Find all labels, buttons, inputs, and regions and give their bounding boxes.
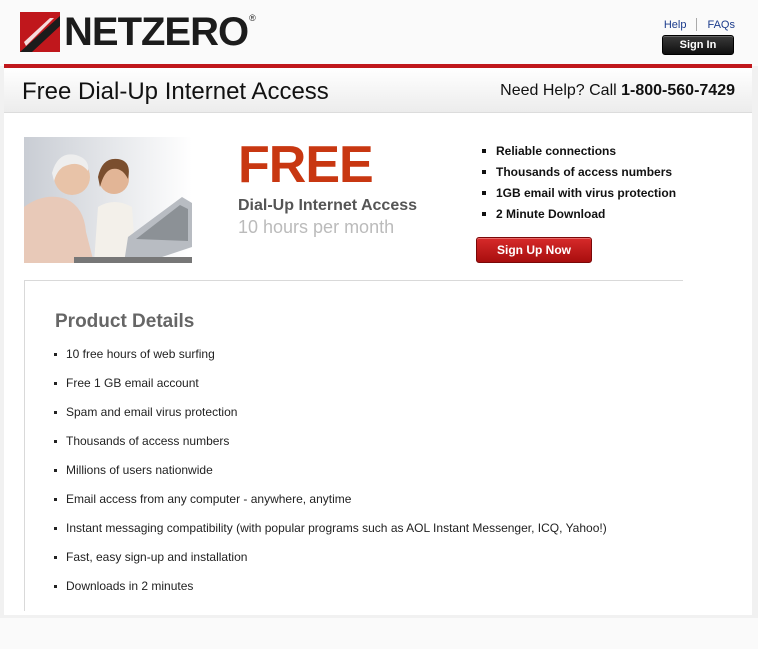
list-item: Instant messaging compatibility (with po… [54,521,607,550]
help-link[interactable]: Help [664,19,687,31]
sign-in-button[interactable]: Sign In [662,35,734,55]
feature-item: 2 Minute Download [481,206,676,227]
free-heading: FREE [238,136,374,194]
feature-item: Thousands of access numbers [481,164,676,185]
netzero-logo-mark-icon [20,12,60,52]
list-item: Free 1 GB email account [54,376,607,405]
footer-strip [0,618,758,649]
list-item: Thousands of access numbers [54,434,607,463]
sign-up-now-button[interactable]: Sign Up Now [476,237,592,263]
hero-photo [24,137,192,263]
help-prefix: Need Help? Call [500,82,622,99]
list-item: 10 free hours of web surfing [54,347,607,376]
list-item: Millions of users nationwide [54,463,607,492]
registered-mark: ® [249,13,256,23]
title-bar: Free Dial-Up Internet Access Need Help? … [4,68,752,113]
page-title: Free Dial-Up Internet Access [22,78,329,105]
faqs-link[interactable]: FAQs [707,19,735,31]
list-item: Spam and email virus protection [54,405,607,434]
feature-item: 1GB email with virus protection [481,185,676,206]
help-phone-number: 1-800-560-7429 [621,82,735,99]
site-header: NETZERO ® Help FAQs Sign In [0,0,758,66]
utility-nav: Help FAQs [664,18,735,31]
product-details-list: 10 free hours of web surfing Free 1 GB e… [54,347,607,608]
logo-wordmark: NETZERO [64,10,249,54]
product-details-title: Product Details [55,311,195,332]
help-phone-line: Need Help? Call 1-800-560-7429 [500,82,735,100]
list-item: Fast, easy sign-up and installation [54,550,607,579]
netzero-logo[interactable]: NETZERO ® [20,12,256,52]
feature-list: Reliable connections Thousands of access… [481,143,676,227]
dialup-subheading: Dial-Up Internet Access [238,197,418,214]
nav-divider [696,18,698,31]
main-content: FREE Dial-Up Internet Access 10 hours pe… [4,113,752,615]
list-item: Email access from any computer - anywher… [54,492,607,521]
list-item: Downloads in 2 minutes [54,579,607,608]
feature-item: Reliable connections [481,143,676,164]
hours-per-month: 10 hours per month [238,217,395,237]
